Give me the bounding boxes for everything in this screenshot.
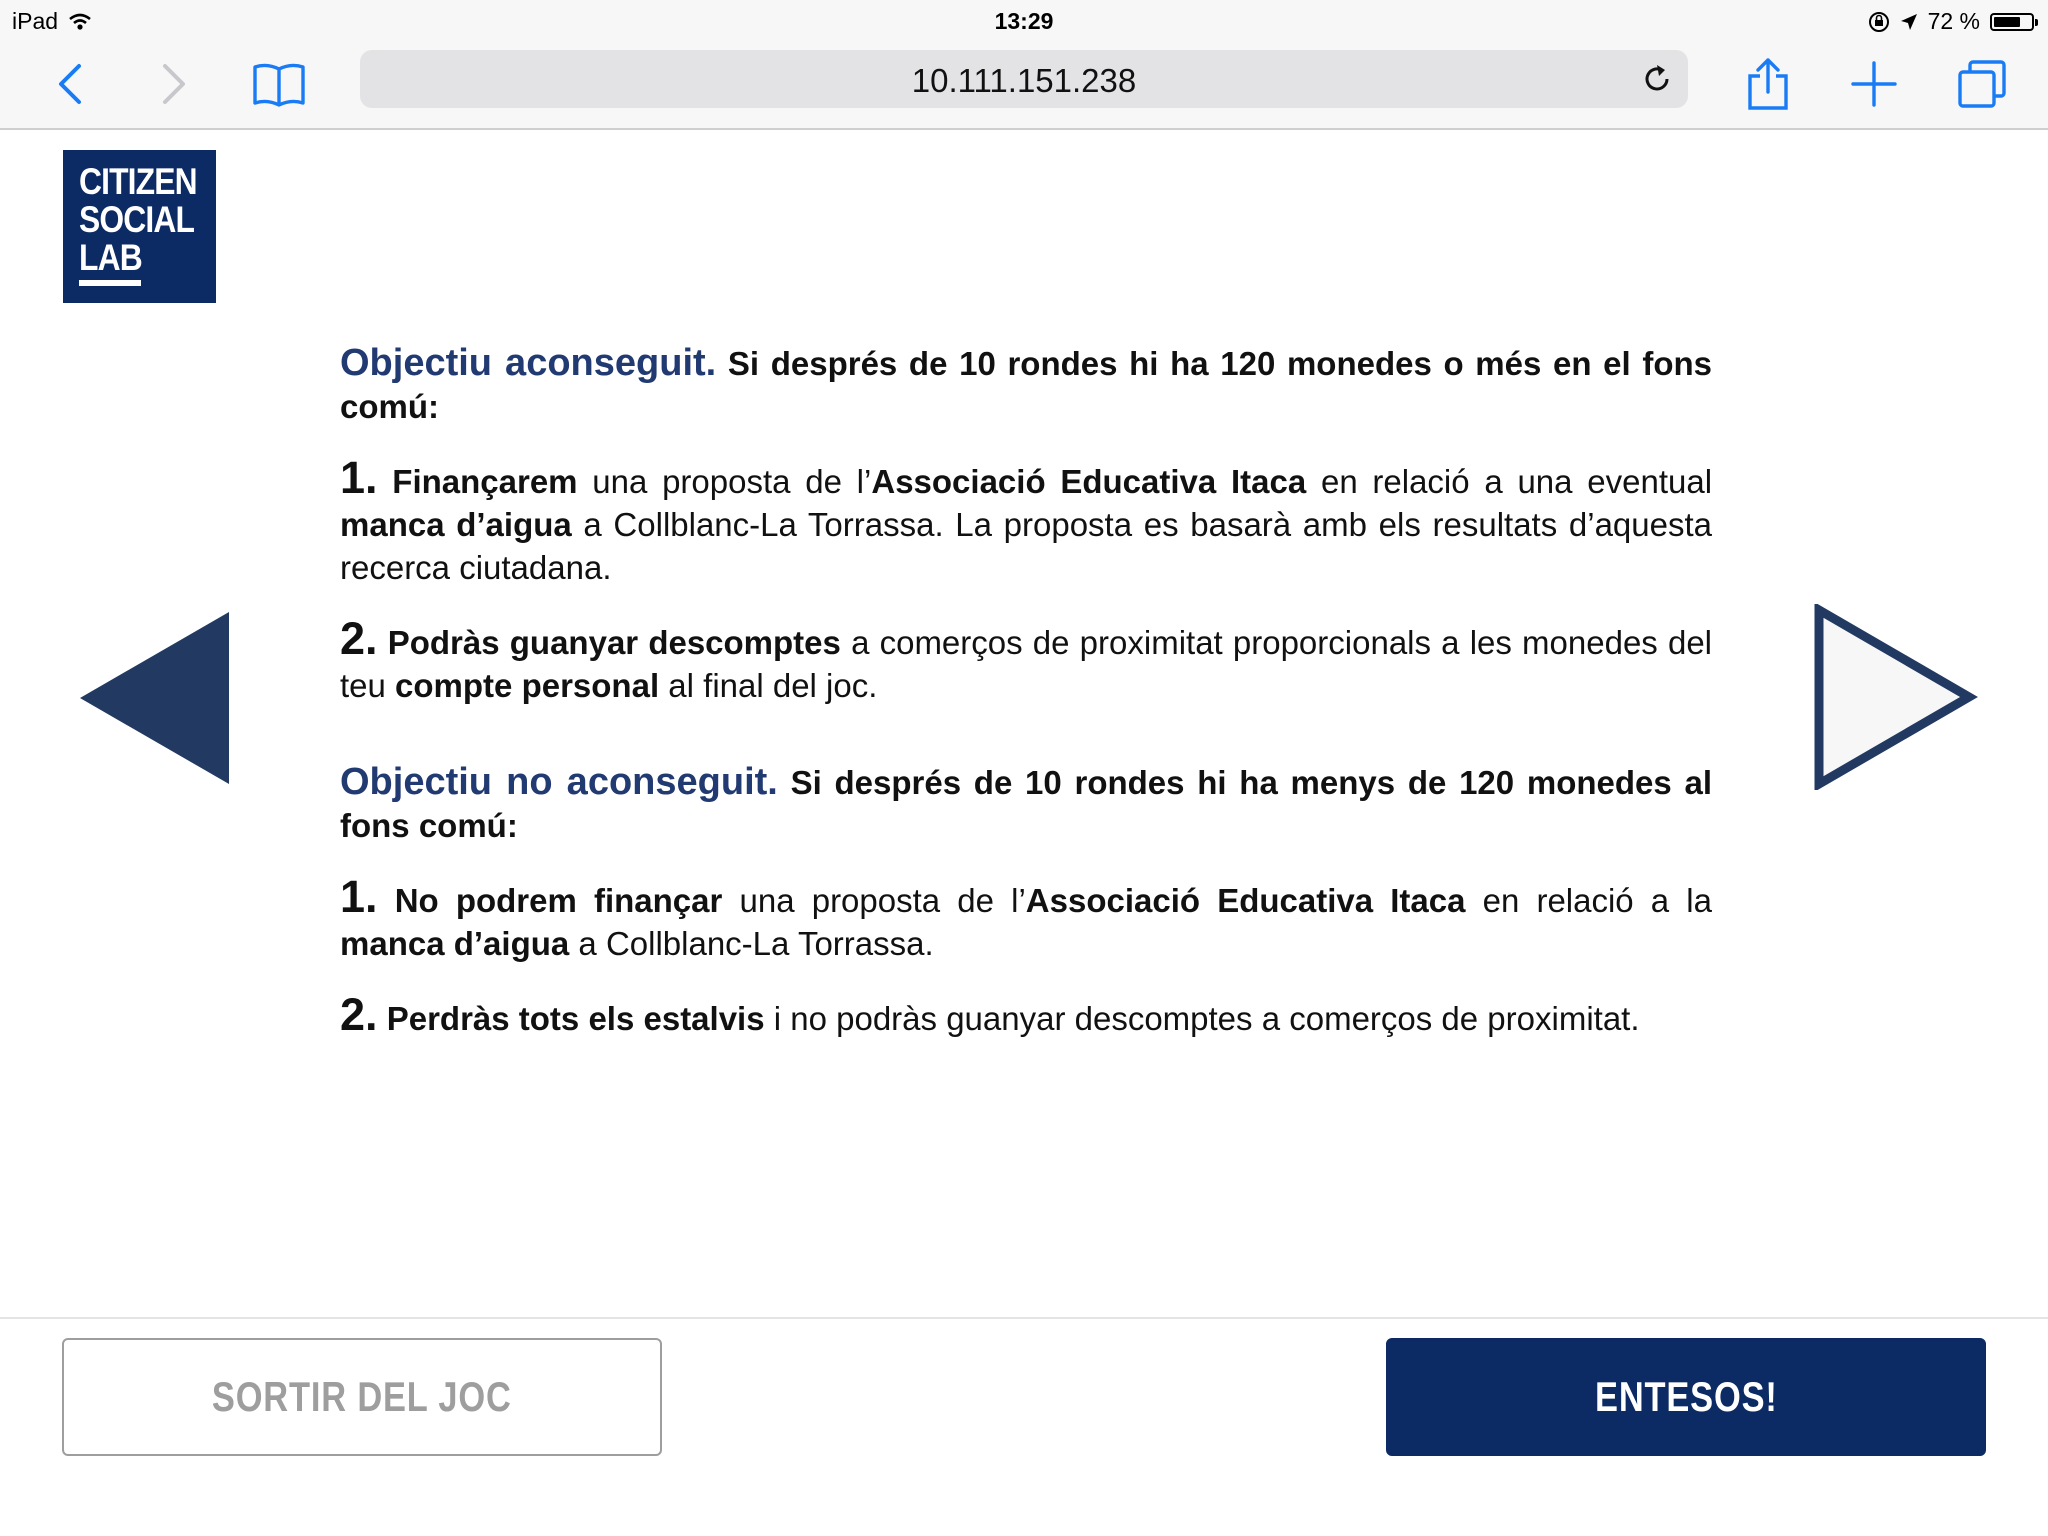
understood-label: ENTESOS!: [1594, 1373, 1778, 1420]
tabs-button[interactable]: [1950, 52, 2014, 116]
browser-toolbar: 10.111.151.238: [0, 40, 2048, 130]
battery-icon: [1990, 12, 2038, 31]
achieved-item-1: 1. Finançarem una proposta de l’Associac…: [340, 455, 1713, 589]
not-achieved-title: Objectiu no aconseguit.: [340, 761, 778, 803]
previous-arrow[interactable]: [80, 612, 230, 784]
tabs-icon: [1958, 60, 2006, 108]
triangle-right-outline-icon: [1814, 604, 1978, 790]
back-icon: [59, 64, 81, 104]
text-run: al final del joc.: [659, 667, 878, 704]
status-bar: iPad 13:29 72 %: [0, 0, 2048, 40]
achieved-title: Objectiu aconseguit.: [340, 342, 717, 384]
logo-line-2: SOCIAL: [79, 199, 195, 240]
status-bar-right: 72 %: [1868, 8, 2038, 35]
achieved-item-2: 2. Podràs guanyar descomptes a comerços …: [340, 616, 1712, 707]
not-achieved-item-2: 2. Perdràs tots els estalvis i no podràs…: [340, 992, 1712, 1040]
battery-percent: 72 %: [1927, 8, 1980, 34]
text-run: una proposta de l’: [577, 463, 872, 500]
forward-button[interactable]: [142, 52, 206, 116]
item-number: 1.: [340, 452, 378, 503]
personal-account-term: compte personal: [395, 667, 660, 704]
rotation-lock-icon: [1868, 11, 1889, 32]
not-achieved-heading: Objectiu no aconseguit. Si després de 10…: [340, 761, 1712, 847]
understood-button[interactable]: ENTESOS!: [1386, 1338, 1986, 1456]
bookmarks-icon: [253, 63, 305, 107]
back-button[interactable]: [38, 52, 102, 116]
location-arrow-icon: [1900, 13, 1917, 30]
new-tab-button[interactable]: [1842, 52, 1906, 116]
achieved-item-1-lead: Finançarem: [392, 463, 578, 500]
address-bar[interactable]: 10.111.151.238: [360, 50, 1688, 108]
rules-content: Objectiu aconseguit. Si després de 10 ro…: [340, 342, 1712, 1068]
new-tab-icon: [1851, 61, 1897, 107]
bookmarks-button[interactable]: [247, 52, 311, 116]
association-name: Associació Educativa Itaca: [871, 463, 1307, 500]
achieved-item-2-lead: Podràs guanyar descomptes: [387, 624, 841, 661]
bottom-divider: [0, 1317, 2048, 1319]
achieved-heading: Objectiu aconseguit. Si després de 10 ro…: [340, 342, 1712, 428]
url-text: 10.111.151.238: [911, 62, 1137, 99]
item-number: 2.: [340, 989, 378, 1040]
association-name: Associació Educativa Itaca: [1025, 882, 1466, 919]
logo-underline: [79, 280, 141, 286]
share-icon: [1748, 58, 1788, 110]
water-shortage-term: manca d’aigua: [340, 925, 570, 962]
exit-game-button[interactable]: SORTIR DEL JOC: [62, 1338, 662, 1456]
citizen-social-lab-logo: CITIZEN SOCIAL LAB: [63, 150, 216, 303]
water-shortage-term: manca d’aigua: [340, 506, 572, 543]
text-run: en relació a la: [1465, 882, 1712, 919]
text-run: a Collblanc-La Torrassa.: [569, 925, 934, 962]
text-run: i no podràs guanyar descomptes a comerço…: [764, 1000, 1640, 1037]
text-run: en relació a una eventual: [1306, 463, 1713, 500]
forward-icon: [163, 64, 185, 104]
item-number: 2.: [340, 613, 378, 664]
not-achieved-item-1: 1. No podrem finançar una proposta de l’…: [340, 874, 1712, 965]
share-button[interactable]: [1736, 52, 1800, 116]
triangle-left-filled-icon: [80, 612, 229, 784]
not-achieved-item-2-lead: Perdràs tots els estalvis: [386, 1000, 765, 1037]
text-run: una proposta de l’: [722, 882, 1026, 919]
logo-line-3: LAB: [79, 237, 143, 278]
reload-icon[interactable]: [1640, 62, 1674, 96]
next-arrow[interactable]: [1814, 604, 1978, 790]
not-achieved-item-1-lead: No podrem finançar: [394, 882, 723, 919]
exit-game-label: SORTIR DEL JOC: [212, 1373, 512, 1420]
logo-line-1: CITIZEN: [79, 161, 198, 202]
item-number: 1.: [340, 871, 378, 922]
clock: 13:29: [994, 8, 1054, 34]
